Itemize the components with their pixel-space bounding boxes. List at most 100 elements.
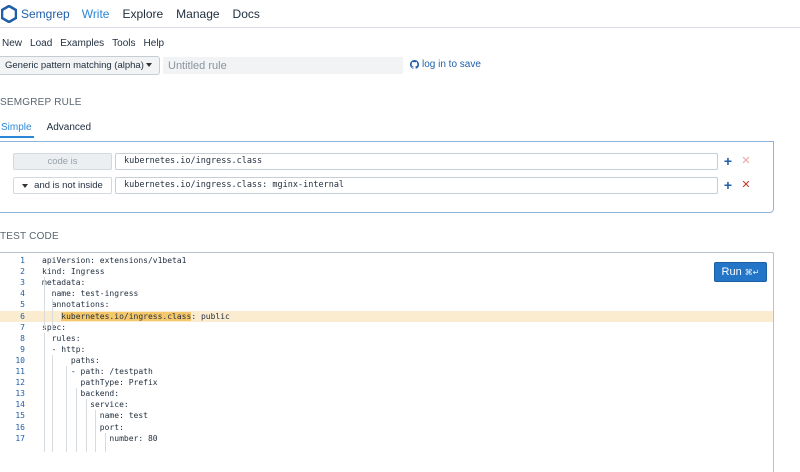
code-line: 9 - http: bbox=[0, 344, 773, 355]
pattern-input[interactable]: kubernetes.io/ingress.class bbox=[115, 153, 718, 170]
code-line: 6 kubernetes.io/ingress.class: public bbox=[0, 310, 773, 322]
github-icon bbox=[410, 60, 419, 69]
code-line: 8 rules: bbox=[0, 333, 773, 344]
line-number: 9 bbox=[20, 344, 25, 354]
rule-mode-tabs: Simple Advanced bbox=[0, 122, 104, 138]
indent-guide bbox=[44, 277, 45, 330]
line-number: 12 bbox=[15, 378, 25, 388]
nav-link-write[interactable]: Write bbox=[82, 7, 110, 21]
code-segment: apiVersion: extensions/v1beta1 bbox=[42, 256, 187, 265]
line-number: 16 bbox=[15, 422, 25, 432]
line-number: 7 bbox=[20, 322, 25, 332]
code-segment: rules: bbox=[42, 333, 81, 343]
code-line: 3 metadata: bbox=[0, 277, 773, 288]
code-segment: paths: bbox=[42, 355, 100, 365]
remove-row-close-icon[interactable]: ✕ bbox=[740, 177, 752, 194]
code-text: apiVersion: extensions/v1beta1 bbox=[42, 255, 187, 266]
indent-guide bbox=[66, 366, 67, 452]
menu-new[interactable]: New bbox=[2, 38, 22, 49]
run-shortcut-hint: ⌘↵ bbox=[744, 267, 760, 277]
run-button-label: Run bbox=[721, 266, 742, 278]
code-segment: metadata: bbox=[42, 278, 86, 288]
code-segment: - http: bbox=[42, 344, 86, 354]
code-text: paths: bbox=[42, 355, 100, 366]
tab-advanced[interactable]: Advanced bbox=[46, 122, 92, 138]
chevron-down-icon bbox=[146, 63, 152, 67]
code-line: 10 paths: bbox=[0, 355, 773, 366]
operator-select[interactable]: and is not inside bbox=[13, 177, 112, 194]
menu-load[interactable]: Load bbox=[30, 38, 52, 49]
menu-examples[interactable]: Examples bbox=[60, 38, 104, 49]
test-code-editor[interactable]: 1 apiVersion: extensions/v1beta1 2 kind: In… bbox=[0, 252, 774, 472]
indent-guide bbox=[95, 410, 96, 452]
indent-guide bbox=[76, 388, 77, 452]
menu-help[interactable]: Help bbox=[144, 38, 165, 49]
code-text: name: test-ingress bbox=[42, 288, 139, 299]
code-line: 2 kind: Ingress bbox=[0, 266, 773, 277]
run-button[interactable]: Run ⌘↵ bbox=[714, 262, 767, 282]
code-line: 4 name: test-ingress bbox=[0, 288, 773, 299]
semgrep-logo[interactable]: Semgrep bbox=[0, 0, 70, 28]
line-number: 6 bbox=[20, 311, 25, 321]
pattern-input[interactable]: kubernetes.io/ingress.class: mginx-inter… bbox=[115, 177, 718, 194]
add-row-plus-icon[interactable]: + bbox=[722, 153, 734, 170]
remove-row-close-icon[interactable]: ✕ bbox=[740, 153, 752, 170]
code-segment: pathType: Prefix bbox=[42, 378, 158, 388]
code-segment: number: 80 bbox=[42, 433, 158, 443]
line-number: 1 bbox=[20, 256, 25, 265]
login-to-save-label: log in to save bbox=[422, 59, 481, 70]
indent-guide bbox=[52, 354, 53, 452]
line-number: 2 bbox=[20, 267, 25, 277]
top-nav: Semgrep Write Explore Manage Docs bbox=[0, 0, 800, 28]
code-text: - path: /testpath bbox=[42, 366, 153, 377]
code-line: 1 apiVersion: extensions/v1beta1 bbox=[0, 255, 773, 266]
line-number: 4 bbox=[20, 289, 25, 299]
semgrep-hexagon-icon bbox=[1, 4, 17, 23]
menu-tools[interactable]: Tools bbox=[112, 38, 135, 49]
indent-guide bbox=[86, 399, 87, 452]
code-segment: kind: Ingress bbox=[42, 267, 105, 277]
code-text: spec: bbox=[42, 322, 66, 333]
code-text: kubernetes.io/ingress.class: public bbox=[42, 311, 230, 322]
code-text: port: bbox=[42, 422, 124, 433]
nav-link-manage[interactable]: Manage bbox=[176, 7, 219, 21]
code-line: 13 backend: bbox=[0, 388, 773, 399]
line-number: 14 bbox=[15, 400, 25, 410]
line-number: 8 bbox=[20, 333, 25, 343]
operator-text: and is not inside bbox=[34, 180, 103, 191]
line-number: 17 bbox=[15, 433, 25, 443]
line-number: 3 bbox=[20, 278, 25, 288]
menu-bar: New Load Examples Tools Help bbox=[0, 37, 170, 49]
code-segment: port: bbox=[42, 422, 124, 432]
line-number: 13 bbox=[15, 389, 25, 399]
tab-simple[interactable]: Simple bbox=[0, 122, 34, 138]
code-segment: backend: bbox=[42, 389, 120, 399]
code-line: 5 annotations: bbox=[0, 299, 773, 310]
match-highlight: kubernetes.io/ingress.class bbox=[61, 311, 192, 321]
line-number: 10 bbox=[15, 355, 25, 365]
line-number: 15 bbox=[15, 411, 25, 421]
language-select[interactable]: Generic pattern matching (alpha) bbox=[0, 56, 160, 75]
add-row-plus-icon[interactable]: + bbox=[722, 177, 734, 194]
nav-link-explore[interactable]: Explore bbox=[122, 7, 163, 21]
code-text: number: 80 bbox=[42, 433, 158, 444]
login-to-save-link[interactable]: log in to save bbox=[410, 59, 481, 70]
code-segment: - path: /testpath bbox=[42, 367, 153, 376]
code-segment: name: test-ingress bbox=[42, 289, 139, 299]
code-text: pathType: Prefix bbox=[42, 377, 158, 388]
code-line: 14 service: bbox=[0, 399, 773, 410]
operator-text: code is bbox=[47, 156, 78, 167]
indent-guide bbox=[44, 332, 45, 452]
code-text: kind: Ingress bbox=[42, 266, 105, 277]
rule-toolbar: Generic pattern matching (alpha) log in … bbox=[0, 56, 800, 76]
code-line: 16 port: bbox=[0, 422, 773, 433]
code-line: 15 name: test bbox=[0, 410, 773, 421]
code-text: backend: bbox=[42, 388, 120, 399]
rule-builder-panel: code is kubernetes.io/ingress.class + ✕ … bbox=[0, 141, 774, 213]
brand-name: Semgrep bbox=[21, 6, 70, 21]
line-number: 5 bbox=[20, 300, 25, 310]
language-select-value: Generic pattern matching (alpha) bbox=[5, 60, 144, 71]
rule-title-input[interactable] bbox=[163, 57, 403, 74]
code-line: 11 - path: /testpath bbox=[0, 366, 773, 377]
nav-link-docs[interactable]: Docs bbox=[233, 7, 260, 21]
